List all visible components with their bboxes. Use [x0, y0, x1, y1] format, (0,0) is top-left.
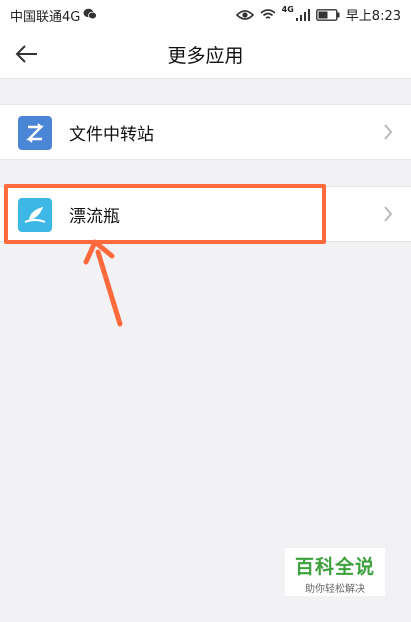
chevron-right-icon — [383, 124, 393, 144]
watermark-logo: 百科全说 助你轻松解决 — [285, 548, 385, 596]
file-transfer-icon — [18, 116, 52, 150]
status-right: 4G 早上8:23 — [235, 5, 401, 24]
chevron-right-icon — [383, 206, 393, 226]
battery-icon — [315, 8, 340, 21]
title-bar: 更多应用 — [0, 28, 411, 79]
list-item-drift-bottle[interactable]: 漂流瓶 — [0, 186, 411, 242]
eye-icon — [235, 9, 254, 21]
clock-label: 早上8:23 — [345, 9, 401, 24]
page-title: 更多应用 — [167, 45, 244, 67]
network-badge: 4G — [281, 5, 294, 14]
watermark-subtitle: 助你轻松解决 — [305, 584, 365, 595]
status-bar: 中国联通4G 4G 早上8:23 — [0, 0, 411, 28]
list-item-label: 文件中转站 — [69, 125, 154, 145]
wifi-icon — [260, 8, 276, 21]
wechat-icon — [83, 8, 98, 24]
watermark-title: 百科全说 — [294, 556, 375, 578]
signal-icon — [295, 8, 310, 21]
list-item-file-transfer[interactable]: 文件中转站 — [0, 104, 411, 160]
carrier-label: 中国联通4G — [10, 10, 81, 25]
list-item-label: 漂流瓶 — [69, 207, 120, 227]
annotation-arrow-icon — [80, 236, 140, 332]
status-left: 中国联通4G — [10, 6, 98, 25]
drift-bottle-icon — [18, 198, 52, 232]
